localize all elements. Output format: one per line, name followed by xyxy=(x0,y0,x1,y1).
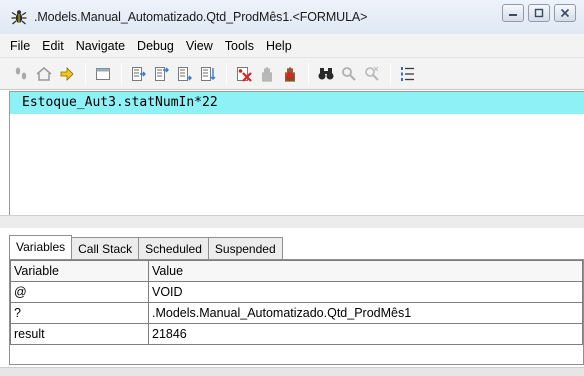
menu-edit[interactable]: Edit xyxy=(36,39,70,53)
run-to-cursor-icon xyxy=(201,66,216,81)
toolbar xyxy=(0,58,584,90)
run-to-cursor-button[interactable] xyxy=(197,63,219,85)
hand-breakpoint-icon xyxy=(285,66,295,82)
tab-scheduled[interactable]: Scheduled xyxy=(138,237,209,260)
tab-call-stack[interactable]: Call Stack xyxy=(71,237,140,260)
step-into-button[interactable] xyxy=(128,63,150,85)
footprints-icon xyxy=(15,67,27,79)
stop-button[interactable] xyxy=(256,63,278,85)
menu-navigate[interactable]: Navigate xyxy=(70,39,131,53)
table-row[interactable]: ? .Models.Manual_Automatizado.Qtd_ProdMê… xyxy=(10,302,583,324)
variable-value: 21846 xyxy=(148,323,583,345)
step-into-icon xyxy=(132,66,146,81)
binoculars-icon xyxy=(318,67,334,79)
column-header-variable[interactable]: Variable xyxy=(10,260,149,282)
add-watch-button[interactable] xyxy=(338,63,360,85)
window-button[interactable] xyxy=(92,63,114,85)
close-icon xyxy=(560,8,570,18)
menu-tools[interactable]: Tools xyxy=(219,39,260,53)
remove-watch-button[interactable] xyxy=(361,63,383,85)
column-header-value[interactable]: Value xyxy=(148,260,583,282)
step-over-button[interactable] xyxy=(151,63,173,85)
watch-remove-icon xyxy=(365,66,379,81)
watch-icon xyxy=(342,66,356,81)
step-out-button[interactable] xyxy=(174,63,196,85)
breakpoint-button[interactable] xyxy=(279,63,301,85)
table-row[interactable]: @ VOID xyxy=(10,281,583,303)
toolbar-separator xyxy=(390,62,391,85)
toolbar-separator xyxy=(308,62,309,85)
bug-icon xyxy=(10,8,28,26)
maximize-button[interactable] xyxy=(528,4,550,22)
variable-name: result xyxy=(10,323,149,345)
variables-table: Variable Value @ VOID ? .Models.Manual_A… xyxy=(10,260,583,345)
title-bar: .Models.Manual_Automatizado.Qtd_ProdMês1… xyxy=(0,0,584,34)
menu-debug[interactable]: Debug xyxy=(131,39,180,53)
arrow-right-icon xyxy=(60,66,74,81)
window-controls xyxy=(502,4,576,22)
hand-stop-icon xyxy=(262,66,272,82)
continue-button[interactable] xyxy=(56,63,78,85)
menu-view[interactable]: View xyxy=(180,39,219,53)
toolbar-separator xyxy=(121,62,122,85)
menu-help[interactable]: Help xyxy=(260,39,298,53)
clear-breakpoints-icon xyxy=(237,66,252,82)
table-row[interactable]: result 21846 xyxy=(10,323,583,345)
minimize-button[interactable] xyxy=(502,4,524,22)
home-icon xyxy=(36,66,52,81)
minimize-icon xyxy=(509,14,517,16)
close-button[interactable] xyxy=(554,4,576,22)
tab-suspended[interactable]: Suspended xyxy=(207,237,283,260)
horizontal-scrollbar[interactable] xyxy=(0,367,584,376)
footprints-button[interactable] xyxy=(10,63,32,85)
home-button[interactable] xyxy=(33,63,55,85)
numbered-list-icon xyxy=(401,66,414,81)
formula-line[interactable]: Estoque_Aut3.statNumIn*22 xyxy=(10,92,584,114)
toolbar-separator xyxy=(226,62,227,85)
variable-name: ? xyxy=(10,302,149,324)
variable-value: .Models.Manual_Automatizado.Qtd_ProdMês1 xyxy=(148,302,583,324)
table-header-row: Variable Value xyxy=(10,260,583,282)
window-title: .Models.Manual_Automatizado.Qtd_ProdMês1… xyxy=(34,10,368,24)
debug-tabs: Variables Call Stack Scheduled Suspended xyxy=(9,235,283,260)
clear-breakpoints-button[interactable] xyxy=(233,63,255,85)
step-over-icon xyxy=(155,66,169,81)
tab-variables[interactable]: Variables xyxy=(9,235,73,260)
variables-panel: Variable Value @ VOID ? .Models.Manual_A… xyxy=(9,259,584,365)
formula-editor[interactable]: Estoque_Aut3.statNumIn*22 xyxy=(9,91,584,215)
window-icon xyxy=(96,67,110,80)
pane-splitter[interactable] xyxy=(0,215,584,228)
variable-name: @ xyxy=(10,281,149,303)
menu-bar: File Edit Navigate Debug View Tools Help xyxy=(0,34,584,58)
maximize-icon xyxy=(534,8,544,18)
toolbar-separator xyxy=(85,62,86,85)
menu-file[interactable]: File xyxy=(4,39,36,53)
variable-value: VOID xyxy=(148,281,583,303)
numbered-list-button[interactable] xyxy=(397,63,419,85)
step-out-icon xyxy=(178,66,192,81)
find-button[interactable] xyxy=(315,63,337,85)
